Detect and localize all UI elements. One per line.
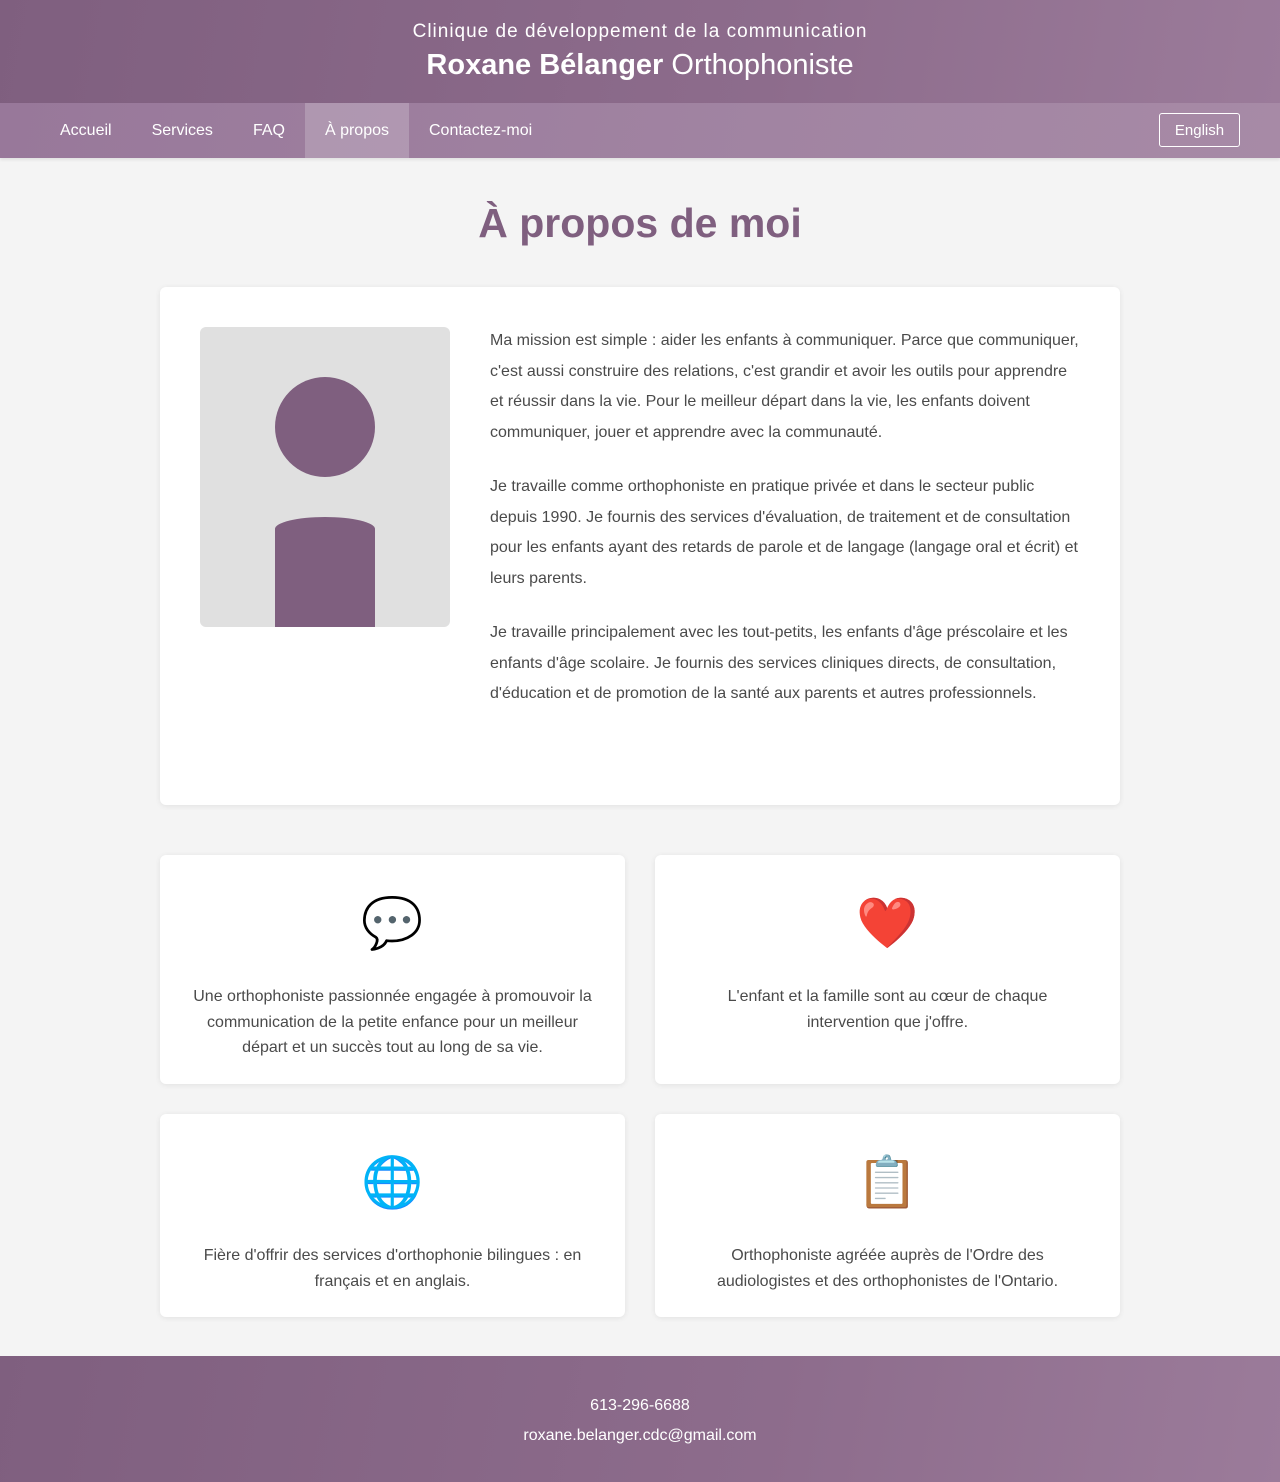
- site-title: Roxane Bélanger Orthophoniste: [0, 48, 1280, 82]
- practitioner-name: Roxane Bélanger: [426, 49, 664, 81]
- site-header: Clinique de développement de la communic…: [0, 0, 1280, 103]
- nav-item-services[interactable]: Services: [132, 103, 233, 158]
- clipboard-icon: 📋: [856, 1153, 919, 1211]
- value-card: ❤️ L'enfant et la famille sont au cœur d…: [655, 855, 1120, 1084]
- page-title: À propos de moi: [478, 200, 802, 246]
- site-footer: 613-296-6688 roxane.belanger.cdc@gmail.c…: [0, 1356, 1280, 1482]
- heart-icon: ❤️: [856, 894, 919, 952]
- footer-phone[interactable]: 613-296-6688: [0, 1391, 1280, 1421]
- value-card: 📋 Orthophoniste agréée auprès de l'Ordre…: [655, 1114, 1120, 1317]
- about-paragraph: Je travaille comme orthophoniste en prat…: [490, 478, 1078, 587]
- avatar-body-shape: [275, 517, 375, 627]
- about-card: Ma mission est simple : aider les enfant…: [160, 287, 1120, 805]
- speech-bubble-icon: 💬: [361, 894, 424, 952]
- values-grid: 💬 Une orthophoniste passionnée engagée à…: [160, 855, 1120, 1317]
- clinic-name: Clinique de développement de la communic…: [412, 21, 868, 42]
- value-text: L'enfant et la famille sont au cœur de c…: [727, 988, 1048, 1031]
- about-paragraph: Ma mission est simple : aider les enfant…: [490, 332, 1079, 441]
- nav-list: Accueil Services FAQ À propos Contactez-…: [40, 103, 552, 158]
- about-paragraph: Je travaille principalement avec les tou…: [490, 624, 1068, 702]
- about-text: Ma mission est simple : aider les enfant…: [490, 326, 1080, 734]
- value-text: Orthophoniste agréée auprès de l'Ordre d…: [716, 1247, 1059, 1290]
- practitioner-role: Orthophoniste: [671, 49, 854, 81]
- footer-email[interactable]: roxane.belanger.cdc@gmail.com: [0, 1421, 1280, 1451]
- language-toggle-button[interactable]: English: [1159, 113, 1240, 147]
- nav-item-contact[interactable]: Contactez-moi: [409, 103, 552, 158]
- nav-item-faq[interactable]: FAQ: [233, 103, 305, 158]
- main-content: À propos de moi Ma mission est simple : …: [0, 198, 1280, 1317]
- nav-item-accueil[interactable]: Accueil: [40, 103, 132, 158]
- value-card: 💬 Une orthophoniste passionnée engagée à…: [160, 855, 625, 1084]
- nav-item-a-propos[interactable]: À propos: [304, 103, 409, 158]
- value-text: Fière d'offrir des services d'orthophoni…: [203, 1247, 582, 1290]
- value-card: 🌐 Fière d'offrir des services d'orthopho…: [160, 1114, 625, 1317]
- main-nav: Accueil Services FAQ À propos Contactez-…: [0, 103, 1280, 158]
- profile-placeholder-image: [200, 327, 450, 627]
- value-text: Une orthophoniste passionnée engagée à p…: [193, 988, 592, 1056]
- avatar-head-shape: [275, 377, 375, 477]
- globe-icon: 🌐: [361, 1153, 424, 1211]
